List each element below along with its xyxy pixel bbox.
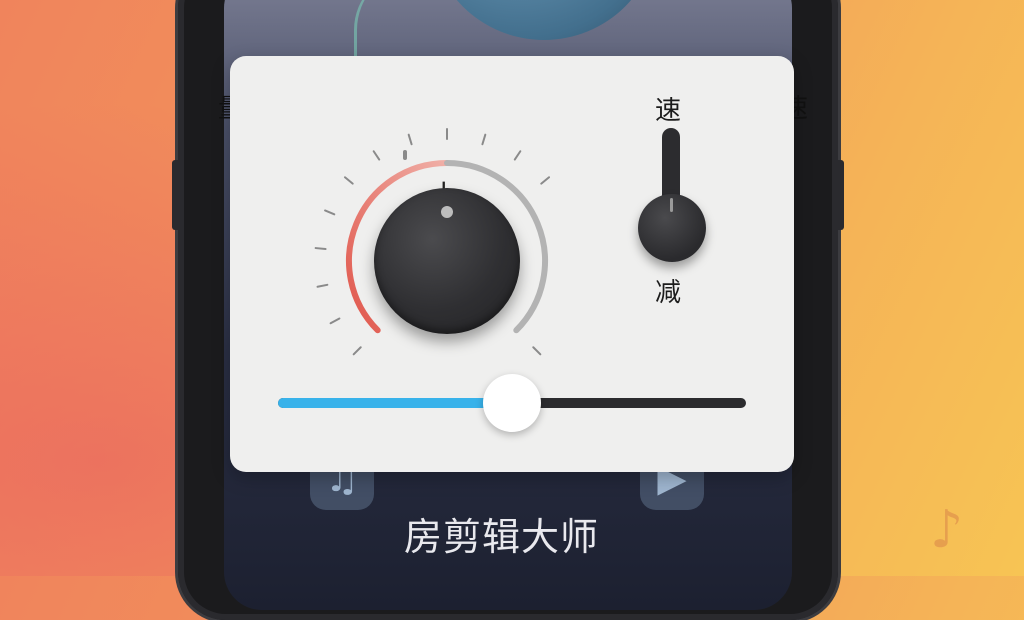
knob-tick bbox=[314, 247, 327, 251]
knob-tick bbox=[540, 176, 550, 185]
knob-tick bbox=[352, 346, 362, 356]
knob-tick bbox=[329, 317, 341, 325]
app-title: 房剪辑大师 bbox=[404, 515, 600, 559]
knob-tick bbox=[324, 209, 336, 216]
progress-slider-fill bbox=[278, 398, 512, 408]
phone-side-button-left bbox=[172, 160, 178, 230]
speed-slider-knob[interactable] bbox=[638, 194, 706, 262]
knob-tick bbox=[532, 346, 542, 356]
phone-side-button-right bbox=[838, 160, 844, 230]
knob-tick bbox=[407, 133, 413, 146]
knob-tick bbox=[316, 283, 329, 288]
volume-knob[interactable] bbox=[374, 188, 520, 334]
progress-slider-thumb[interactable] bbox=[483, 374, 541, 432]
knob-tick bbox=[513, 150, 522, 161]
knob-indicator-dot bbox=[441, 206, 453, 218]
speed-down-label: 减 bbox=[655, 278, 682, 308]
speed-up-label: 速 bbox=[655, 96, 682, 126]
music-note-decoration-icon: ♪ bbox=[930, 500, 964, 560]
speed-knob-tick bbox=[670, 198, 673, 212]
knob-tick bbox=[372, 150, 381, 161]
control-panel: + 速 减 bbox=[230, 56, 794, 472]
volume-knob-group: + bbox=[270, 92, 550, 362]
album-disc bbox=[429, 0, 659, 40]
knob-tick bbox=[481, 133, 487, 146]
knob-marker bbox=[403, 150, 407, 160]
knob-tick bbox=[343, 176, 354, 185]
